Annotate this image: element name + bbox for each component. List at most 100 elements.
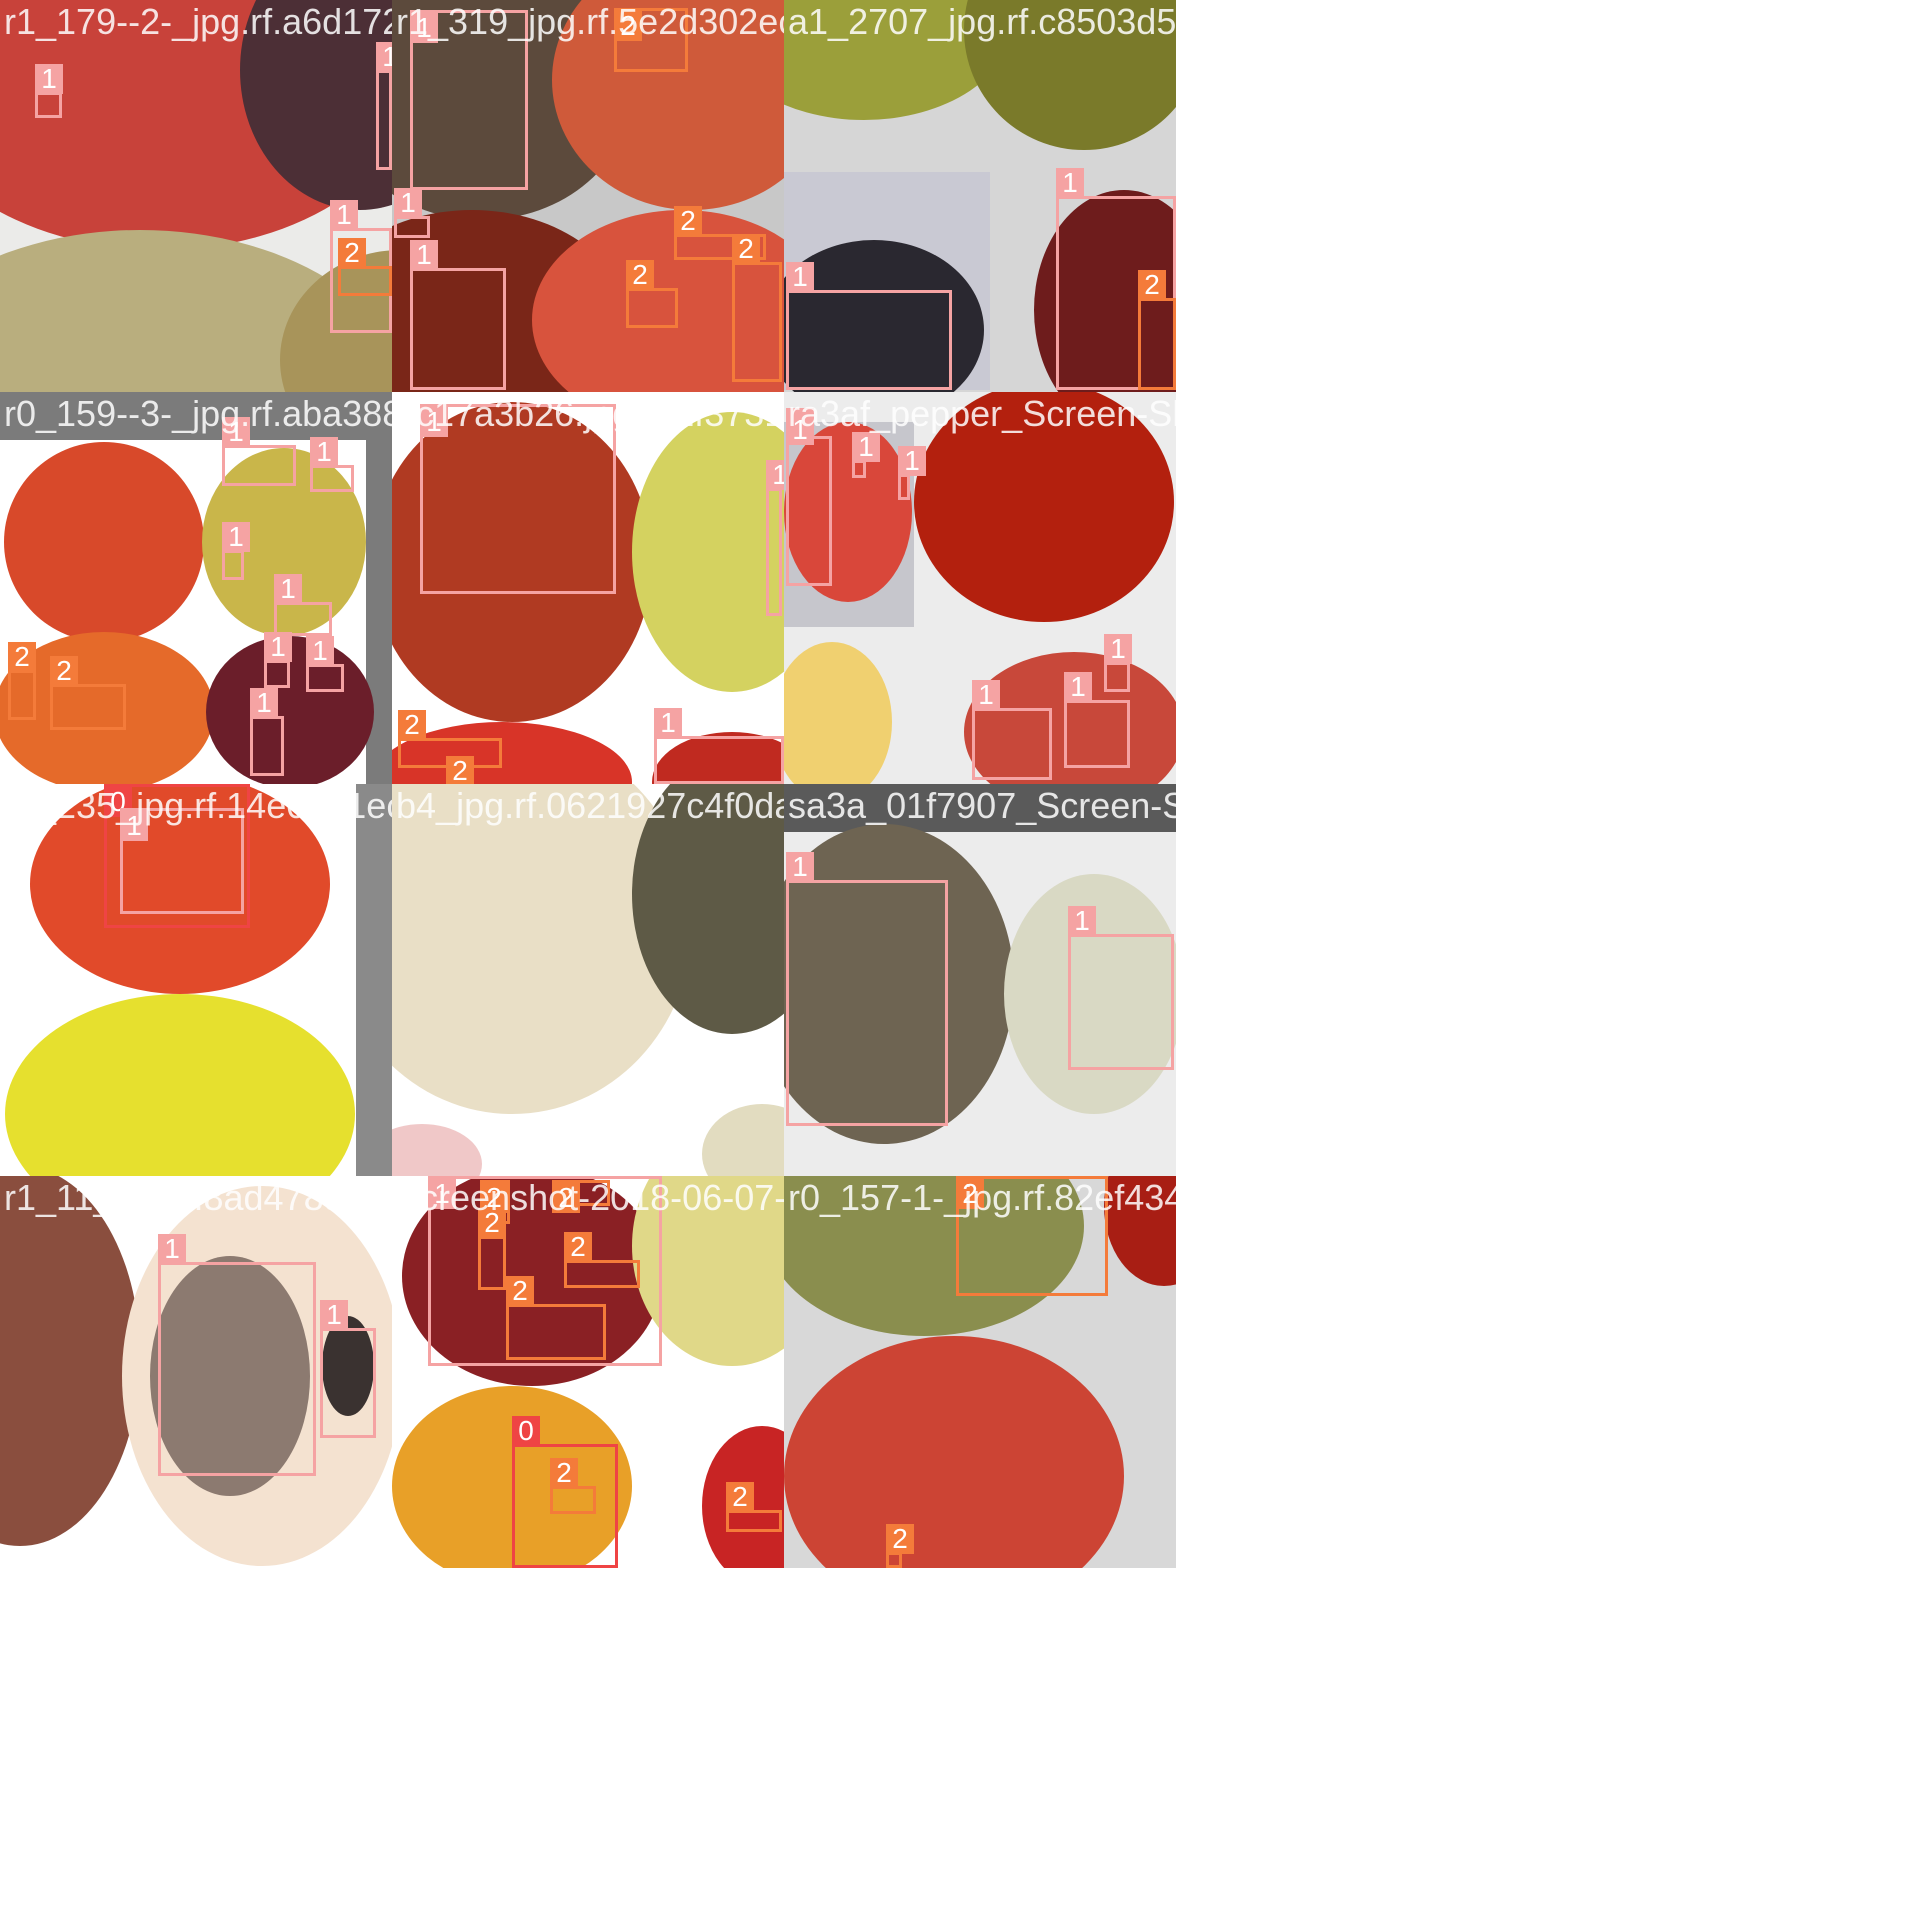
tile-filename-label: Screenshot-2018-06-07-at-	[396, 1177, 784, 1218]
bounding-box-class-1: 1	[852, 432, 880, 478]
tile-filename-label: r0_235_jpg.rf.14e0741ec256	[4, 785, 392, 826]
class-label-tag: 1	[394, 188, 422, 218]
class-label-tag: 1	[852, 432, 880, 462]
tile-filename-label: a1_2707_jpg.rf.c8503d5d949b032a9af936f44	[788, 1, 1176, 42]
mosaic-tile: ra3af_pepper_Screen-Shot-2018-06-08-at-1…	[784, 392, 1176, 784]
bounding-box-class-2: 2	[8, 642, 36, 720]
tile-filename-label: r1_319_jpg.rf.5e2d302eccfca	[396, 1, 784, 42]
bounding-box-class-1: 1	[766, 460, 784, 616]
tile-filename-label: 5c17a3b26.jpg.rf.1f37317cb9734f0a1bb6	[396, 393, 784, 434]
bounding-box-class-1: 1	[654, 708, 784, 784]
class-label-tag: 1	[250, 688, 278, 718]
bounding-box-class-1: 1	[786, 852, 948, 1126]
bounding-box-class-1: 1	[1064, 672, 1130, 768]
class-label-tag: 1	[898, 446, 926, 476]
mosaic-tile: r1_179--2-_jpg.rf.a6d1722951112	[0, 0, 392, 392]
bounding-box-class-1: 1	[786, 408, 832, 586]
class-label-tag: 0	[512, 1416, 540, 1446]
class-label-tag: 1	[410, 240, 438, 270]
tile-filename-label: r1_11_jpg.rf.8ad478d08283	[4, 1177, 392, 1218]
class-label-tag: 2	[1138, 270, 1166, 300]
bounding-box-class-1: 1	[1104, 634, 1132, 692]
class-label-tag: 1	[310, 437, 338, 467]
class-label-tag: 1	[654, 708, 682, 738]
bounding-box-class-1: 1	[1068, 906, 1174, 1070]
class-label-tag: 1	[1104, 634, 1132, 664]
class-label-tag: 1	[972, 680, 1000, 710]
bounding-box-class-1: 1	[410, 240, 506, 390]
bounding-box-class-1: 1	[898, 446, 926, 500]
mosaic-tile: r0_235_jpg.rf.14e0741ec25601	[0, 784, 392, 1176]
class-label-tag: 1	[766, 460, 784, 490]
tile-filename-label: r1_179--2-_jpg.rf.a6d172295	[4, 1, 392, 42]
class-label-tag: 2	[8, 642, 36, 672]
class-label-tag: 1	[330, 200, 358, 230]
apple-photo	[392, 784, 784, 1176]
tile-filename-label: r0_157-1-_jpg.rf.82ef434f0653f109c02def	[788, 1177, 1176, 1218]
class-label-tag: 1	[786, 852, 814, 882]
bounding-box-class-1: 1	[310, 437, 354, 492]
bounding-box-class-1: 1	[158, 1234, 316, 1476]
class-label-tag: 1	[35, 64, 63, 94]
mosaic-tile: r1_11_jpg.rf.8ad478d08283 1 1	[0, 1176, 392, 1568]
bounding-box-class-2: 2	[626, 260, 678, 328]
bounding-box-class-1: 1	[250, 688, 284, 776]
bounding-box-class-1: 1	[264, 632, 292, 688]
apple-photo	[0, 0, 392, 392]
mosaic-tile: a1_2707_jpg.rf.c8503d5d949b032a9af936f44…	[784, 0, 1176, 392]
bounding-box-class-1: 1	[786, 262, 952, 390]
class-label-tag: 1	[222, 522, 250, 552]
bounding-box-class-1: 1	[972, 680, 1052, 780]
class-label-tag: 1	[264, 632, 292, 662]
class-label-tag: 2	[886, 1524, 914, 1554]
tile-filename-label: ra3af_pepper_Screen-Shot-2018-06-08-at-	[788, 393, 1176, 434]
class-label-tag: 2	[674, 206, 702, 236]
tile-filename-label: r0_159--3-_jpg.rf.aba388fc10fc47e992699	[4, 393, 392, 434]
bounding-box-class-1: 1	[306, 636, 344, 692]
class-label-tag: 2	[550, 1458, 578, 1488]
bounding-box-class-2: 2	[886, 1524, 914, 1568]
class-label-tag: 1	[786, 262, 814, 292]
bounding-box-class-1: 1	[222, 417, 296, 486]
mosaic-tile: 5c17a3b26.jpg.rf.1f37317cb9734f0a1bb6111…	[392, 392, 784, 784]
class-label-tag: 2	[564, 1232, 592, 1262]
class-label-tag: 2	[626, 260, 654, 290]
class-label-tag: 1	[1068, 906, 1096, 936]
class-label-tag: 1	[274, 574, 302, 604]
mosaic-tile: b4_jpg.rf.0621927c4f0da3ed	[392, 784, 784, 1176]
tile-filename-label: sa3a_01f7907_Screen-Shot-2018-06-07-at-	[788, 785, 1176, 826]
mosaic-tile: r0_157-1-_jpg.rf.82ef434f0653f109c02def 2…	[784, 1176, 1176, 1568]
bounding-box-class-2: 2	[50, 656, 126, 730]
bounding-box-class-2: 2	[550, 1458, 596, 1514]
mosaic-tile: Screenshot-2018-06-07-at-122222022	[392, 1176, 784, 1568]
class-label-tag: 1	[306, 636, 334, 666]
bounding-box-class-2: 2	[1138, 270, 1176, 390]
bounding-box-class-2: 2	[732, 234, 782, 382]
bounding-box-class-2: 2	[726, 1482, 782, 1532]
bounding-box-class-2: 2	[478, 1208, 506, 1290]
bounding-box-class-2: 2	[506, 1276, 606, 1360]
bounding-box-class-2: 2	[564, 1232, 640, 1288]
apple-shape	[4, 442, 204, 642]
class-label-tag: 2	[398, 710, 426, 740]
class-label-tag: 2	[726, 1482, 754, 1512]
bounding-box-class-2: 2	[338, 238, 392, 296]
class-label-tag: 1	[376, 42, 392, 72]
mosaic-tile: r1_319_jpg.rf.5e2d302eccfca1211222	[392, 0, 784, 392]
mosaic-grid: r1_179--2-_jpg.rf.a6d1722951112r1_319_jp…	[0, 0, 1920, 1920]
mosaic-tile: r0_159--3-_jpg.rf.aba388fc10fc47e9926991…	[0, 392, 392, 784]
backdrop-shape	[356, 784, 392, 1176]
class-label-tag: 1	[1064, 672, 1092, 702]
class-label-tag: 2	[50, 656, 78, 686]
mosaic-tile: sa3a_01f7907_Screen-Shot-2018-06-07-at- 1…	[784, 784, 1176, 1176]
class-label-tag: 2	[732, 234, 760, 264]
bounding-box-class-1: 1	[320, 1300, 376, 1438]
class-label-tag: 2	[446, 756, 474, 784]
bounding-box-class-1: 1	[394, 188, 430, 238]
class-label-tag: 2	[338, 238, 366, 268]
bounding-box-class-1: 1	[35, 64, 63, 118]
tile-filename-label: b4_jpg.rf.0621927c4f0da3ed	[396, 785, 784, 826]
class-label-tag: 2	[506, 1276, 534, 1306]
class-label-tag: 1	[158, 1234, 186, 1264]
bounding-box-class-1: 1	[222, 522, 250, 580]
